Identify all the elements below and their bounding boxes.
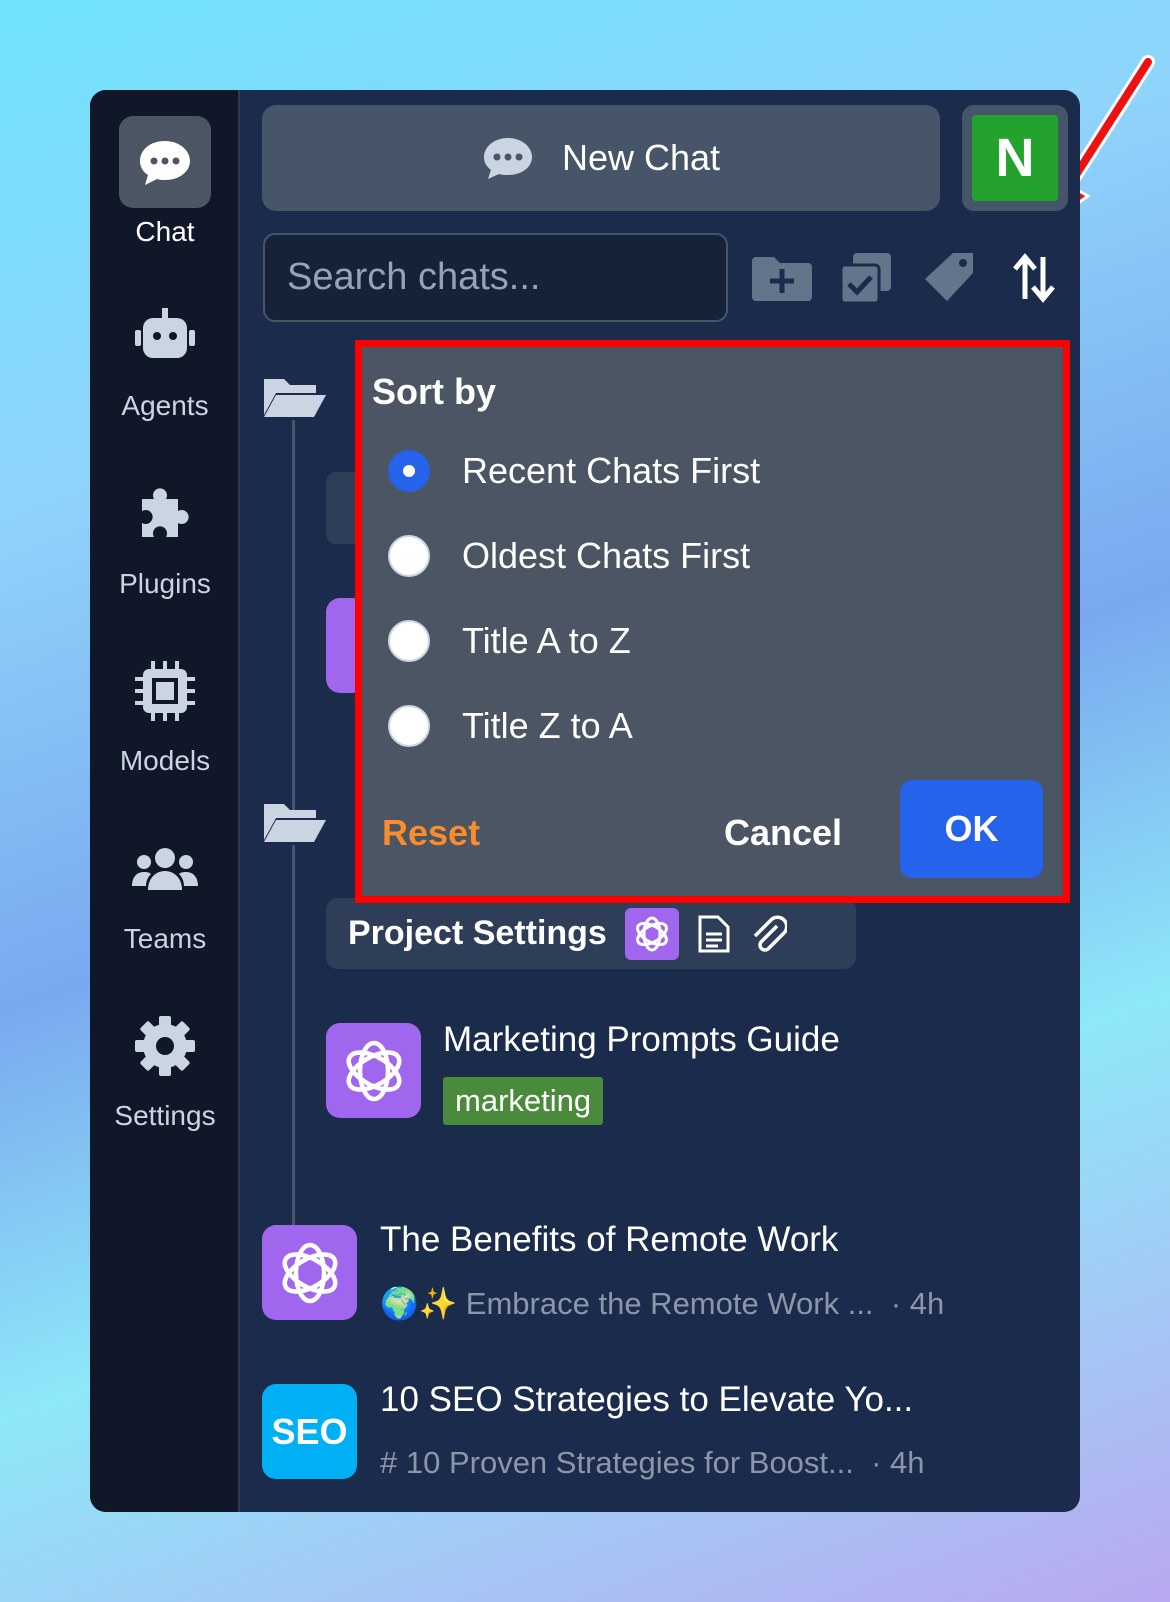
chat-time: 4h <box>909 1286 945 1321</box>
sidebar-label: Agents <box>121 390 209 421</box>
ok-button[interactable]: OK <box>900 780 1043 878</box>
sidebar-item-teams[interactable]: Teams <box>90 823 240 955</box>
sort-menu: Sort by Recent Chats First Oldest Chats … <box>355 340 1070 903</box>
puzzle-icon <box>119 468 211 560</box>
chip-label: Project Settings <box>348 914 607 952</box>
option-label: Recent Chats First <box>462 450 761 491</box>
sidebar-label: Models <box>119 745 211 776</box>
tag-badge[interactable]: marketing <box>443 1077 604 1125</box>
copy-check-icon <box>839 253 891 305</box>
radio[interactable] <box>388 535 430 577</box>
preview-text: 🌍✨ Embrace the Remote Work ... <box>380 1286 874 1321</box>
radio[interactable] <box>388 705 430 747</box>
chat-title[interactable]: The Benefits of Remote Work <box>380 1220 838 1260</box>
radio[interactable] <box>388 620 430 662</box>
sidebar-label: Chat <box>135 216 195 247</box>
sort-option-a-z[interactable]: Title A to Z <box>388 620 631 662</box>
folder-plus-icon <box>752 257 812 301</box>
openai-icon <box>326 1023 421 1118</box>
project-settings-chip[interactable]: Project Settings <box>326 898 856 969</box>
sort-option-recent[interactable]: Recent Chats First <box>388 450 760 492</box>
cancel-button[interactable]: Cancel <box>724 812 842 854</box>
chat-preview: # 10 Proven Strategies for Boost... · 4h <box>380 1445 925 1480</box>
sidebar-item-settings[interactable]: Settings <box>90 1000 240 1132</box>
folder-tree-line <box>292 845 295 1240</box>
user-avatar-button[interactable]: N <box>962 105 1068 211</box>
sidebar-label: Settings <box>114 1100 216 1131</box>
tag-icon <box>925 253 973 301</box>
gear-icon <box>119 1000 211 1092</box>
seo-icon: SEO <box>262 1384 357 1479</box>
sidebar-item-chat[interactable]: Chat <box>90 116 240 248</box>
sort-option-z-a[interactable]: Title Z to A <box>388 705 633 747</box>
chat-time: 4h <box>890 1445 925 1480</box>
option-label: Title A to Z <box>462 620 631 661</box>
tags-button[interactable] <box>918 250 982 306</box>
preview-text: # 10 Proven Strategies for Boost... <box>380 1445 854 1480</box>
robot-icon <box>119 290 211 382</box>
paperclip-icon <box>753 915 787 952</box>
radio-selected[interactable] <box>388 450 430 492</box>
sidebar-item-plugins[interactable]: Plugins <box>90 468 240 600</box>
sidebar-label: Plugins <box>119 568 211 599</box>
openai-icon <box>262 1225 357 1320</box>
sort-button[interactable] <box>1002 250 1066 306</box>
sidebar-item-agents[interactable]: Agents <box>90 290 240 422</box>
chat-bubble-icon <box>119 116 211 208</box>
new-chat-button[interactable]: New Chat <box>262 105 940 211</box>
option-label: Title Z to A <box>462 705 633 746</box>
folder-open-icon <box>264 379 326 417</box>
search-input[interactable]: Search chats... <box>263 233 728 322</box>
sort-menu-title: Sort by <box>372 371 497 412</box>
chat-bubble-icon <box>483 138 532 179</box>
chat-title[interactable]: 10 SEO Strategies to Elevate Yo... <box>380 1380 913 1420</box>
sort-option-oldest[interactable]: Oldest Chats First <box>388 535 750 577</box>
avatar: N <box>972 115 1058 201</box>
sidebar-label: Teams <box>123 923 207 954</box>
users-icon <box>119 823 211 915</box>
sort-icon <box>1013 253 1055 303</box>
select-chats-button[interactable] <box>834 250 898 306</box>
chat-title[interactable]: Marketing Prompts Guide <box>443 1020 840 1060</box>
openai-icon <box>624 907 679 960</box>
sidebar-item-models[interactable]: Models <box>90 645 240 777</box>
reset-button[interactable]: Reset <box>382 812 480 854</box>
new-chat-label: New Chat <box>561 137 721 178</box>
new-folder-button[interactable] <box>750 250 814 306</box>
folder-open-icon <box>264 804 326 842</box>
sidebar: Chat Agents Plugins Models Teams Setting… <box>90 90 240 1512</box>
chat-preview: 🌍✨ Embrace the Remote Work ... · 4h <box>380 1286 945 1321</box>
document-icon <box>698 915 730 952</box>
option-label: Oldest Chats First <box>462 535 751 576</box>
folder-tree-line <box>292 420 295 815</box>
chip-icon <box>119 645 211 737</box>
